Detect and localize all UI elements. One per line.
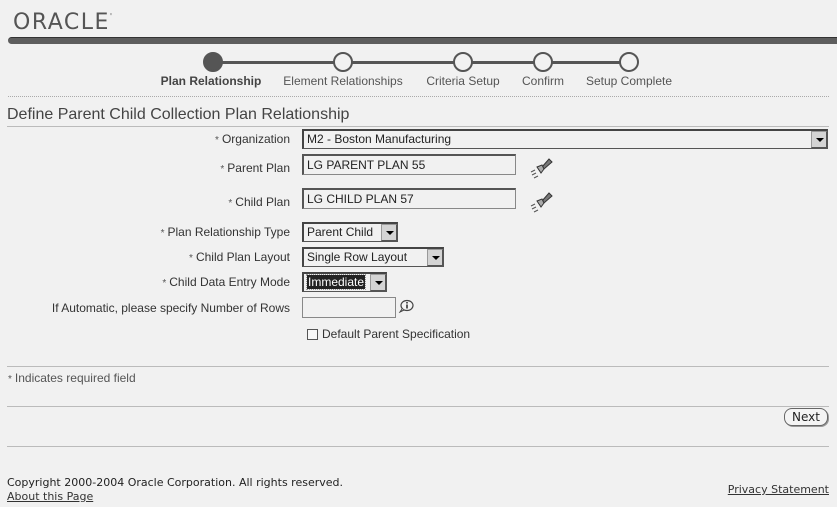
process-train: Plan Relationship Element Relationships … (0, 50, 837, 94)
logo-text: ORACLE (13, 10, 110, 35)
train-label-element-relationships[interactable]: Element Relationships (283, 74, 402, 88)
required-icon: * (220, 164, 225, 175)
copyright-text: Copyright 2000-2004 Oracle Corporation. … (7, 476, 343, 489)
train-stop-plan-relationship (203, 52, 223, 72)
child-plan-layout-label: * Child Plan Layout (189, 250, 290, 264)
organization-value: M2 - Boston Manufacturing (307, 132, 452, 146)
train-divider (8, 96, 829, 97)
logo-trademark: ' (109, 12, 114, 21)
required-icon: * (228, 198, 233, 209)
child-data-entry-mode-select[interactable]: Immediate (302, 272, 387, 292)
privacy-statement-link[interactable]: Privacy Statement (728, 483, 829, 496)
required-icon: * (8, 374, 12, 385)
number-of-rows-label: If Automatic, please specify Number of R… (51, 301, 290, 315)
plan-relationship-type-value: Parent Child (307, 225, 374, 239)
search-flashlight-icon[interactable] (528, 155, 554, 181)
train-label-confirm[interactable]: Confirm (522, 74, 564, 88)
train-stop-element-relationships[interactable] (333, 52, 353, 72)
organization-select[interactable]: M2 - Boston Manufacturing (302, 129, 828, 149)
brand-bar (8, 37, 837, 44)
train-label-criteria-setup[interactable]: Criteria Setup (426, 74, 499, 88)
child-plan-label-text: Child Plan (235, 195, 290, 209)
chevron-down-icon[interactable] (811, 131, 827, 148)
chevron-down-icon[interactable] (381, 224, 397, 241)
child-plan-label: * Child Plan (228, 195, 290, 209)
train-stop-setup-complete[interactable] (619, 52, 639, 72)
parent-plan-label-text: Parent Plan (227, 161, 290, 175)
chevron-down-icon[interactable] (427, 249, 443, 266)
title-divider (7, 126, 829, 127)
required-icon: * (162, 278, 167, 289)
train-stop-confirm[interactable] (533, 52, 553, 72)
next-button[interactable]: Next (784, 408, 828, 426)
oracle-logo: ORACLE' (13, 10, 114, 35)
plan-relationship-type-label-text: Plan Relationship Type (167, 225, 290, 239)
train-label-plan-relationship: Plan Relationship (160, 74, 262, 88)
train-connector (222, 61, 622, 64)
required-note-text: Indicates required field (14, 371, 136, 385)
parent-plan-label: * Parent Plan (220, 161, 290, 175)
info-icon[interactable] (398, 299, 414, 313)
child-plan-layout-select[interactable]: Single Row Layout (302, 247, 444, 267)
about-page-link[interactable]: About this Page (7, 490, 93, 503)
divider (7, 406, 829, 407)
organization-label: * Organization (215, 132, 290, 146)
parent-plan-input[interactable]: LG PARENT PLAN 55 (302, 154, 516, 175)
child-data-entry-mode-label-text: Child Data Entry Mode (169, 275, 290, 289)
required-icon: * (189, 253, 193, 264)
required-note: * Indicates required field (8, 371, 136, 385)
train-label-setup-complete[interactable]: Setup Complete (586, 74, 672, 88)
child-data-entry-mode-value: Immediate (305, 274, 367, 290)
chevron-down-icon[interactable] (370, 274, 386, 291)
child-data-entry-mode-label: * Child Data Entry Mode (162, 275, 290, 289)
search-flashlight-icon[interactable] (528, 189, 554, 215)
train-stop-criteria-setup[interactable] (453, 52, 473, 72)
required-icon: * (215, 135, 219, 146)
default-parent-spec-label[interactable]: Default Parent Specification (322, 327, 470, 341)
number-of-rows-input[interactable] (302, 297, 396, 318)
required-icon: * (160, 228, 165, 239)
page-title: Define Parent Child Collection Plan Rela… (7, 106, 350, 123)
child-plan-layout-value: Single Row Layout (307, 250, 408, 264)
default-parent-spec-checkbox[interactable] (307, 328, 318, 340)
default-parent-spec-row: Default Parent Specification (307, 327, 470, 341)
plan-relationship-type-label: * Plan Relationship Type (161, 225, 290, 239)
plan-relationship-type-select[interactable]: Parent Child (302, 222, 398, 242)
divider (7, 446, 829, 447)
divider (7, 366, 829, 367)
organization-label-text: Organization (221, 132, 290, 146)
child-plan-input[interactable]: LG CHILD PLAN 57 (302, 188, 516, 209)
child-plan-layout-label-text: Child Plan Layout (195, 250, 290, 264)
